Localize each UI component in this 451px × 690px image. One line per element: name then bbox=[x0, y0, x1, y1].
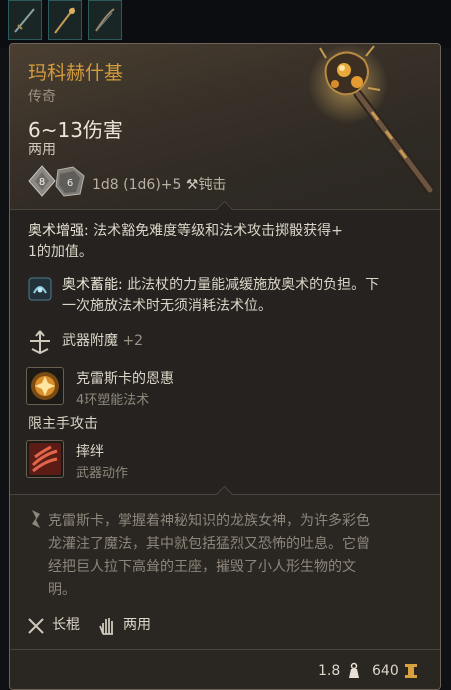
sword-slot-icon bbox=[14, 8, 35, 33]
effects-section: 奥术增强: 法术豁免难度等级和法术攻击掷骰获得+ 1的加值。 奥术蓄能: 此法杖… bbox=[10, 200, 440, 494]
arcane-reserve-text1: 此法杖的力量能减缓施放奥术的负担。下 bbox=[122, 277, 380, 293]
item-handedness: 两用 bbox=[28, 142, 56, 158]
action-name[interactable]: 摔绊 bbox=[76, 442, 104, 463]
two-hand-icon bbox=[99, 618, 113, 635]
lore-line-3: 经把巨人拉下高耸的王座，摧毁了小人形生物的文 bbox=[48, 559, 356, 575]
action-icon-box[interactable] bbox=[26, 440, 64, 478]
equipment-slot-1[interactable] bbox=[8, 0, 42, 40]
trip-action-icon bbox=[29, 443, 61, 475]
lore-icon bbox=[32, 510, 40, 528]
equipment-slot-bar bbox=[0, 0, 451, 48]
action-sub: 武器动作 bbox=[76, 466, 129, 481]
arcane-reserve-effect: 奥术蓄能: 此法杖的力量能减缓施放奥术的负担。下 一次施放法术时无须消耗法术位。 bbox=[62, 275, 432, 317]
d6-label: 6 bbox=[67, 178, 73, 189]
enchant-label: 武器附魔 bbox=[62, 333, 118, 349]
lore-line-4: 明。 bbox=[48, 582, 76, 598]
item-name: 玛科赫什基 bbox=[28, 62, 124, 84]
equipment-slot-3[interactable] bbox=[88, 0, 122, 40]
arcane-boost-effect: 奥术增强: 法术豁免难度等级和法术攻击掷骰获得+ 1的加值。 bbox=[28, 221, 428, 263]
tooltip-header: 玛科赫什基 传奇 6~13伤害 两用 8 6 1d8 (1d6)+5 ⚒钝击 bbox=[10, 44, 440, 209]
lore-line-1: 克雷斯卡，掌握着神秘知识的龙族女神，为许多彩色 bbox=[48, 513, 370, 529]
dice-formula: 1d8 (1d6)+5 bbox=[92, 177, 182, 193]
lore-text: 克雷斯卡，掌握着神秘知识的龙族女神，为许多彩色 龙灌注了魔法，其中就包括猛烈又恐… bbox=[48, 510, 420, 602]
item-value: 640 bbox=[372, 663, 399, 679]
lore-line-2: 龙灌注了魔法，其中就包括猛烈又恐怖的吐息。它曾 bbox=[48, 536, 370, 552]
spell-name[interactable]: 克雷斯卡的恩惠 bbox=[76, 369, 174, 390]
spell-sub: 4环塑能法术 bbox=[76, 393, 150, 408]
quarterstaff-icon bbox=[28, 618, 44, 634]
d6-die-icon: 6 bbox=[55, 166, 85, 197]
weapon-type: 长棍 bbox=[52, 617, 80, 633]
staff-artwork bbox=[308, 44, 435, 194]
item-weight: 1.8 bbox=[318, 663, 341, 679]
weapon-enchant-row: 武器附魔 +2 bbox=[62, 331, 143, 352]
weight-icon bbox=[349, 662, 359, 678]
weapon-handedness: 两用 bbox=[123, 617, 151, 633]
arcane-boost-text2: 1的加值。 bbox=[28, 244, 93, 260]
damage-dice: 8 6 bbox=[28, 165, 85, 197]
arcane-reserve-icon bbox=[28, 277, 52, 301]
arcane-boost-label: 奥术增强: bbox=[28, 223, 89, 239]
spell-icon-box[interactable] bbox=[26, 367, 64, 405]
dice-formula-line: 1d8 (1d6)+5 ⚒钝击 bbox=[92, 174, 226, 194]
item-rarity: 传奇 bbox=[28, 89, 56, 105]
spell-icon bbox=[31, 372, 59, 400]
sling-slot-icon bbox=[95, 8, 115, 32]
lore-section: 克雷斯卡，掌握着神秘知识的龙族女神，为许多彩色 龙灌注了魔法，其中就包括猛烈又恐… bbox=[10, 485, 440, 649]
d8-die-icon: 8 bbox=[28, 165, 56, 197]
gold-icon bbox=[405, 664, 417, 678]
equipment-slot-2[interactable] bbox=[48, 0, 82, 40]
damage-type: 钝击 bbox=[198, 177, 227, 193]
arcane-reserve-text2: 一次施放法术时无须消耗法术位。 bbox=[62, 298, 272, 314]
item-tooltip: 玛科赫什基 传奇 6~13伤害 两用 8 6 1d8 (1d6)+5 ⚒钝击 奥… bbox=[9, 43, 441, 690]
d8-label: 8 bbox=[39, 177, 45, 188]
staff-slot-icon bbox=[54, 7, 75, 34]
mainhand-label: 限主手攻击 bbox=[28, 416, 98, 432]
arcane-boost-text1: 法术豁免难度等级和法术攻击掷骰获得+ bbox=[88, 223, 343, 239]
arcane-reserve-label: 奥术蓄能: bbox=[62, 277, 123, 293]
divider bbox=[10, 649, 440, 650]
blunt-damage-icon: ⚒ bbox=[185, 177, 199, 193]
enchant-value: +2 bbox=[122, 333, 144, 349]
tooltip-footer: 1.8 640 bbox=[10, 649, 440, 689]
enchant-icon bbox=[30, 330, 50, 355]
